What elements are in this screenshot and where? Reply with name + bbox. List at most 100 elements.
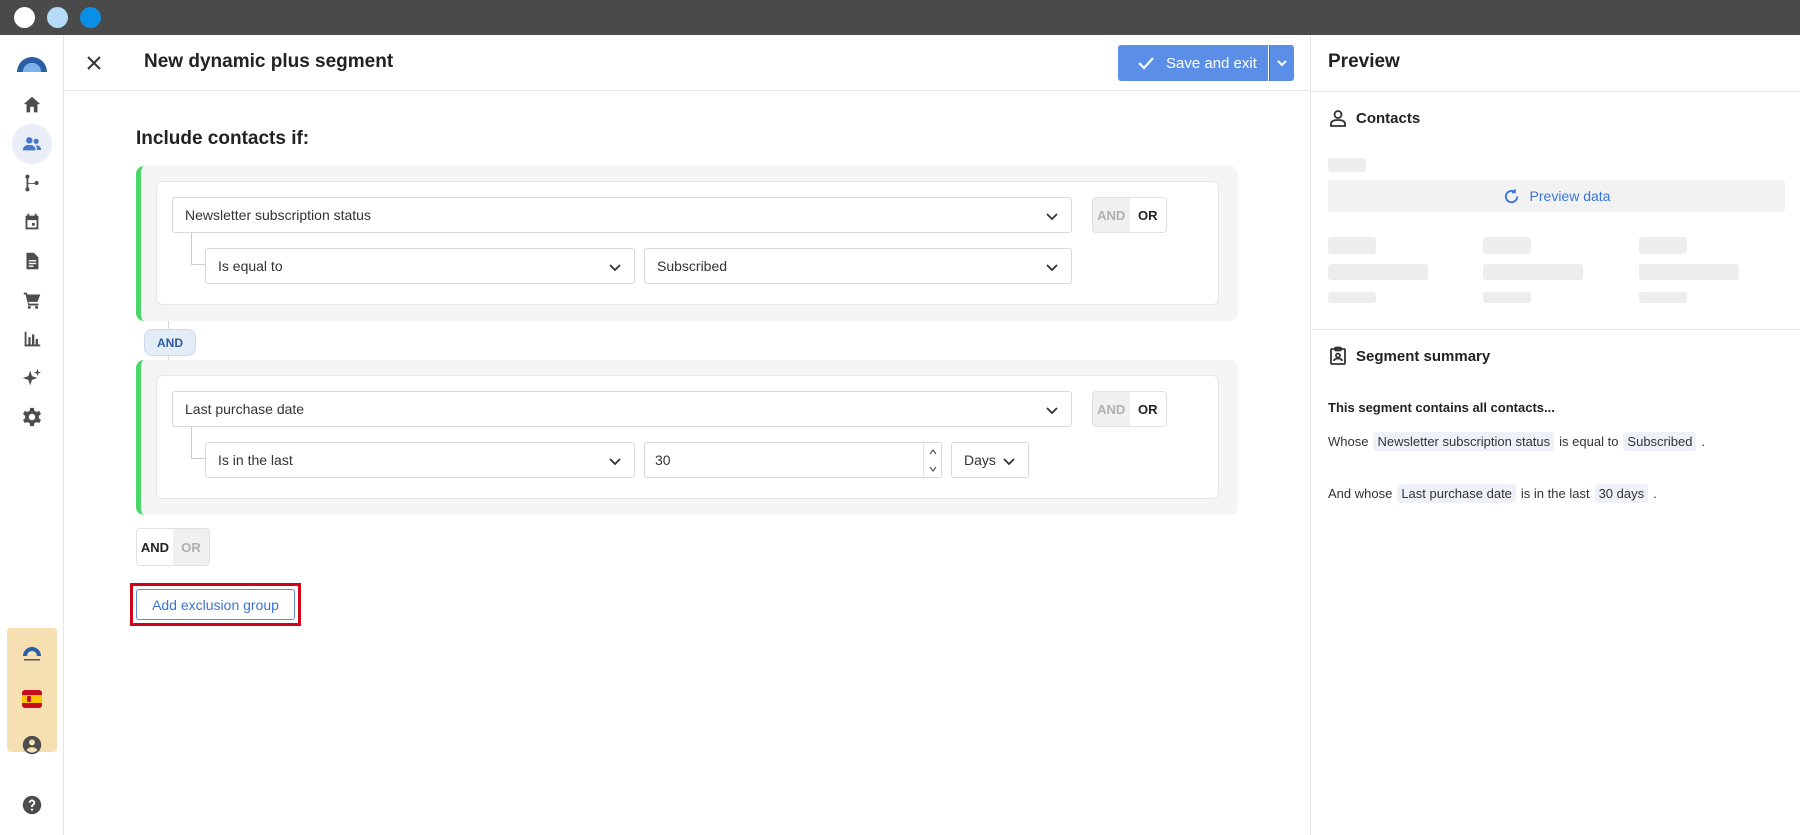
sidebar-item-settings[interactable] <box>12 397 52 437</box>
loading-skeleton <box>1639 237 1687 254</box>
and-or-toggle: AND OR <box>1092 197 1167 233</box>
and-option[interactable]: AND <box>1093 392 1130 426</box>
contacts-section-title: Contacts <box>1328 108 1420 128</box>
loading-skeleton <box>1328 158 1366 172</box>
amount-input[interactable]: 30 <box>644 442 942 478</box>
window-close-dot[interactable] <box>14 7 35 28</box>
save-options-dropdown[interactable] <box>1269 45 1294 81</box>
refresh-icon <box>1504 188 1518 203</box>
window-zoom-dot[interactable] <box>80 7 101 28</box>
chevron-down-icon <box>609 264 621 272</box>
summary-operator: is in the last <box>1520 486 1590 501</box>
save-and-exit-button[interactable]: Save and exit <box>1118 45 1268 81</box>
chevron-down-icon <box>1046 407 1058 415</box>
chart-icon <box>24 331 41 347</box>
condition-group-2: Last purchase date Is in the last 30 Day… <box>136 360 1238 515</box>
include-title: Include contacts if: <box>136 128 310 149</box>
contacts-label: Contacts <box>1356 109 1421 127</box>
help-icon <box>22 795 42 815</box>
field-select[interactable]: Last purchase date <box>172 391 1072 427</box>
summary-prefix: And whose <box>1328 486 1393 501</box>
sidebar-item-calendar[interactable] <box>12 202 52 242</box>
condition-card: Last purchase date Is in the last 30 Day… <box>156 375 1219 499</box>
page-title: New dynamic plus segment <box>144 51 394 72</box>
window-titlebar <box>0 0 1800 35</box>
and-or-toggle: AND OR <box>1092 391 1167 427</box>
document-icon <box>26 252 39 270</box>
condition-group-1: Newsletter subscription status Is equal … <box>136 166 1238 321</box>
value-select[interactable]: Subscribed <box>644 248 1072 284</box>
segment-builder: Include contacts if: Newsletter subscrip… <box>64 91 1310 835</box>
field-select[interactable]: Newsletter subscription status <box>172 197 1072 233</box>
sidebar-item-contacts[interactable] <box>12 124 52 164</box>
gear-icon <box>23 407 41 427</box>
operator-select[interactable]: Is equal to <box>205 248 635 284</box>
sidebar-item-documents[interactable] <box>12 241 52 281</box>
save-label: Save and exit <box>1166 54 1257 72</box>
operator-value: Is equal to <box>218 258 283 274</box>
automation-icon <box>25 174 39 192</box>
summary-lead: This segment contains all contacts... <box>1328 400 1555 415</box>
condition-card: Newsletter subscription status Is equal … <box>156 181 1219 305</box>
add-and-group[interactable]: AND <box>137 529 173 565</box>
summary-end: . <box>1701 434 1706 449</box>
loading-skeleton <box>1328 292 1376 303</box>
summary-value-chip: Subscribed <box>1623 432 1697 451</box>
add-exclusion-group-button[interactable]: Add exclusion group <box>136 589 295 620</box>
spain-flag-icon[interactable] <box>22 690 42 708</box>
add-or-group[interactable]: OR <box>173 529 209 565</box>
summary-rule-1: Whose Newsletter subscription status is … <box>1328 432 1705 451</box>
or-option[interactable]: OR <box>1129 392 1166 426</box>
field-value: Last purchase date <box>185 401 305 417</box>
chevron-down-icon <box>1046 213 1058 221</box>
contacts-icon <box>22 137 42 151</box>
tree-line <box>191 427 205 459</box>
divider <box>1311 91 1800 92</box>
chevron-down-icon <box>1046 264 1058 272</box>
close-button[interactable] <box>82 51 106 75</box>
calendar-icon <box>25 213 39 230</box>
sidebar-item-automation[interactable] <box>12 163 52 203</box>
number-stepper[interactable] <box>923 443 941 477</box>
cart-icon <box>23 292 41 309</box>
loading-skeleton <box>1483 264 1583 280</box>
window-minimize-dot[interactable] <box>47 7 68 28</box>
preview-data-button[interactable]: Preview data <box>1328 180 1785 212</box>
sidebar-item-account[interactable] <box>12 725 52 765</box>
operator-select[interactable]: Is in the last <box>205 442 635 478</box>
chevron-down-icon <box>609 458 621 466</box>
account-icon <box>22 735 42 755</box>
summary-end: . <box>1653 486 1657 501</box>
sidebar-item-ai[interactable] <box>12 358 52 398</box>
group-operator-badge[interactable]: AND <box>144 329 196 356</box>
stepper-up-icon[interactable] <box>924 443 941 460</box>
chevron-down-icon <box>1277 60 1287 67</box>
editor-header: New dynamic plus segment Save and exit <box>64 35 1310 91</box>
sidebar-item-home[interactable] <box>12 85 52 125</box>
sidebar-item-reports[interactable] <box>12 319 52 359</box>
workspace-logo <box>23 647 41 661</box>
loading-skeleton <box>1483 237 1531 254</box>
stepper-down-icon[interactable] <box>924 460 941 477</box>
unit-select[interactable]: Days <box>951 442 1029 478</box>
sidebar-item-ecommerce[interactable] <box>12 280 52 320</box>
summary-section-title: Segment summary <box>1328 346 1490 366</box>
brand-logo[interactable] <box>14 53 50 73</box>
and-option[interactable]: AND <box>1093 198 1130 232</box>
value-value: Subscribed <box>657 258 728 274</box>
add-group-toggle: AND OR <box>136 528 210 566</box>
summary-field-chip: Newsletter subscription status <box>1373 432 1555 451</box>
field-value: Newsletter subscription status <box>185 207 371 223</box>
or-option[interactable]: OR <box>1129 198 1166 232</box>
person-icon <box>1330 110 1346 127</box>
loading-skeleton <box>1639 264 1739 280</box>
sparkle-icon <box>22 368 42 386</box>
preview-data-label: Preview data <box>1529 188 1611 204</box>
preview-title: Preview <box>1328 51 1400 72</box>
summary-prefix: Whose <box>1328 434 1369 449</box>
loading-skeleton <box>1328 264 1428 280</box>
summary-value-chip: 30 days <box>1594 484 1649 503</box>
sidebar-item-help[interactable] <box>12 785 52 825</box>
home-icon <box>23 96 41 113</box>
amount-value: 30 <box>655 452 671 468</box>
